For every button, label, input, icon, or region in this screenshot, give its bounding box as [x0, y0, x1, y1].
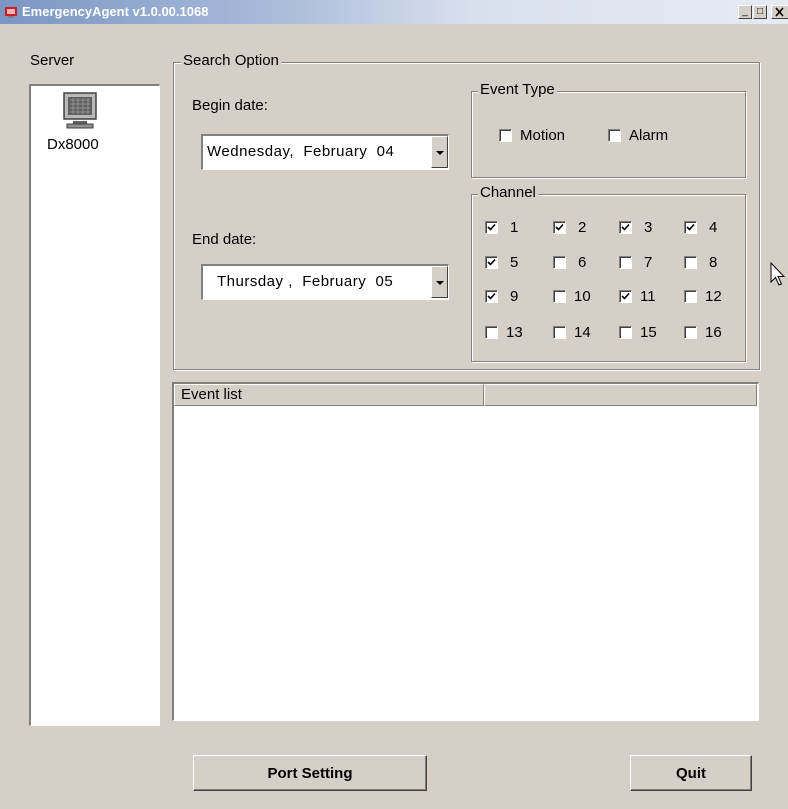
- channel-1-label: 1: [510, 219, 519, 236]
- channel-7-row[interactable]: 7: [619, 254, 652, 271]
- motion-checkbox[interactable]: [499, 129, 512, 142]
- end-date-picker[interactable]: Thursday , February 05: [201, 264, 449, 300]
- channel-6-checkbox[interactable]: [553, 256, 566, 269]
- channel-14-checkbox[interactable]: [553, 326, 566, 339]
- end-date-value: Thursday , February 05: [217, 273, 394, 290]
- channel-3-checkbox[interactable]: [619, 221, 632, 234]
- channel-14-label: 14: [574, 324, 591, 341]
- checkmark-icon: [686, 223, 695, 231]
- channel-1-row[interactable]: 1: [485, 219, 518, 236]
- checkmark-icon: [555, 223, 564, 231]
- channel-12-row[interactable]: 12: [684, 288, 722, 305]
- channel-11-label: 11: [640, 288, 656, 305]
- channel-15-checkbox[interactable]: [619, 326, 632, 339]
- alarm-checkbox[interactable]: [608, 129, 621, 142]
- channel-7-checkbox[interactable]: [619, 256, 632, 269]
- motion-label: Motion: [520, 127, 566, 144]
- channel-11-checkbox[interactable]: [619, 290, 632, 303]
- checkmark-icon: [621, 292, 630, 300]
- mouse-cursor-icon: [770, 262, 786, 286]
- close-button[interactable]: [771, 5, 788, 19]
- minimize-button[interactable]: _: [738, 5, 752, 19]
- channel-10-label: 10: [574, 288, 591, 305]
- channel-8-row[interactable]: 8: [684, 254, 717, 271]
- channel-5-label: 5: [510, 254, 519, 271]
- channel-15-label: 15: [640, 324, 657, 341]
- channel-6-label: 6: [578, 254, 587, 271]
- channel-9-checkbox[interactable]: [485, 290, 498, 303]
- maximize-icon: □: [756, 6, 764, 17]
- channel-5-row[interactable]: 5: [485, 254, 518, 271]
- server-label: Server: [30, 52, 75, 69]
- channel-4-row[interactable]: 4: [684, 219, 717, 236]
- channel-11-row[interactable]: 11: [619, 288, 656, 305]
- event-list[interactable]: Event list: [172, 382, 759, 721]
- channel-9-label: 9: [510, 288, 519, 305]
- channel-2-row[interactable]: 2: [553, 219, 586, 236]
- channel-13-row[interactable]: 13: [485, 324, 523, 341]
- channel-5-checkbox[interactable]: [485, 256, 498, 269]
- checkmark-icon: [621, 223, 630, 231]
- channel-4-label: 4: [709, 219, 718, 236]
- channel-13-checkbox[interactable]: [485, 326, 498, 339]
- quit-button[interactable]: Quit: [630, 755, 752, 791]
- channel-3-row[interactable]: 3: [619, 219, 652, 236]
- port-setting-button[interactable]: Port Setting: [193, 755, 427, 791]
- channel-10-row[interactable]: 10: [553, 288, 591, 305]
- channel-7-label: 7: [644, 254, 653, 271]
- search-option-legend: Search Option: [181, 52, 281, 69]
- begin-date-label: Begin date:: [192, 97, 268, 114]
- channel-16-row[interactable]: 16: [684, 324, 722, 341]
- channel-8-label: 8: [709, 254, 718, 271]
- server-item-dx8000[interactable]: Dx8000: [47, 136, 99, 153]
- checkmark-icon: [487, 223, 496, 231]
- checkmark-icon: [487, 258, 496, 266]
- channel-13-label: 13: [506, 324, 523, 341]
- alarm-checkbox-row[interactable]: Alarm: [608, 127, 668, 144]
- monitor-icon: [63, 92, 97, 129]
- event-list-column-header[interactable]: Event list: [174, 384, 484, 406]
- event-list-column-header-2[interactable]: [484, 384, 757, 406]
- event-type-legend: Event Type: [478, 81, 557, 98]
- channel-14-row[interactable]: 14: [553, 324, 591, 341]
- begin-date-picker[interactable]: Wednesday, February 04: [201, 134, 449, 170]
- maximize-button[interactable]: □: [753, 5, 767, 19]
- channel-2-label: 2: [578, 219, 587, 236]
- channel-legend: Channel: [478, 184, 538, 201]
- minimize-icon: _: [742, 6, 748, 17]
- motion-checkbox-row[interactable]: Motion: [499, 127, 565, 144]
- channel-9-row[interactable]: 9: [485, 288, 518, 305]
- channel-16-checkbox[interactable]: [684, 326, 697, 339]
- channel-15-row[interactable]: 15: [619, 324, 657, 341]
- channel-8-checkbox[interactable]: [684, 256, 697, 269]
- channel-6-row[interactable]: 6: [553, 254, 586, 271]
- channel-1-checkbox[interactable]: [485, 221, 498, 234]
- begin-date-dropdown-button[interactable]: [431, 136, 448, 168]
- server-list[interactable]: Dx8000: [29, 84, 160, 726]
- channel-2-checkbox[interactable]: [553, 221, 566, 234]
- app-icon: [5, 7, 17, 18]
- end-date-label: End date:: [192, 231, 257, 248]
- channel-12-checkbox[interactable]: [684, 290, 697, 303]
- channel-10-checkbox[interactable]: [553, 290, 566, 303]
- channel-4-checkbox[interactable]: [684, 221, 697, 234]
- channel-12-label: 12: [705, 288, 722, 305]
- alarm-label: Alarm: [629, 127, 669, 144]
- end-date-dropdown-button[interactable]: [431, 266, 448, 298]
- window-title: EmergencyAgent v1.0.00.1068: [22, 4, 209, 19]
- begin-date-value: Wednesday, February 04: [207, 143, 395, 160]
- channel-3-label: 3: [644, 219, 653, 236]
- channel-16-label: 16: [705, 324, 722, 341]
- close-icon: [775, 7, 784, 17]
- checkmark-icon: [487, 292, 496, 300]
